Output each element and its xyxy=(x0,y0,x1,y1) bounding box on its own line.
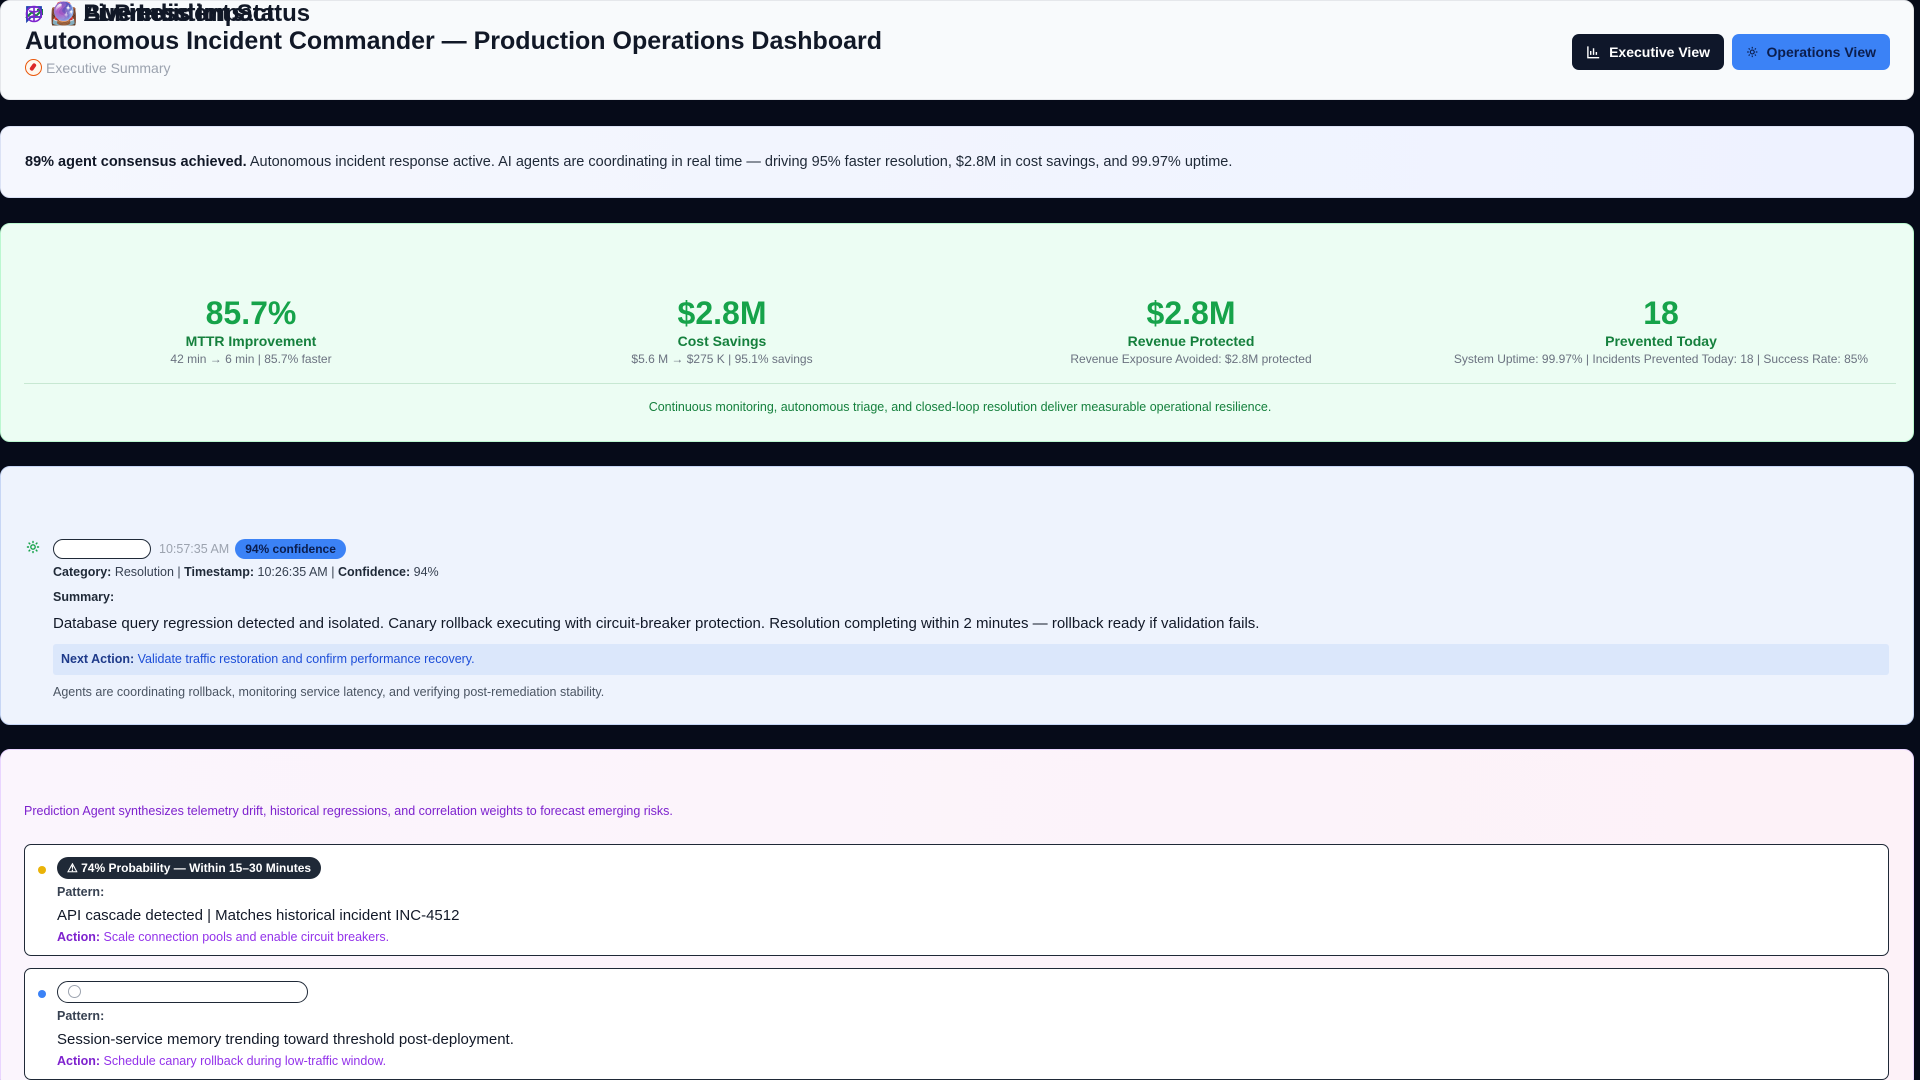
incident-time: 10:57:35 AM xyxy=(159,542,230,556)
executive-view-button[interactable]: Executive View xyxy=(1572,34,1724,70)
kpi-value: 85.7% xyxy=(205,295,297,331)
banner-message: 89% agent consensus achieved. Autonomous… xyxy=(25,154,1232,170)
clock-icon xyxy=(68,985,81,998)
gear-icon xyxy=(1747,46,1758,58)
action-text: Scale connection pools and enable circui… xyxy=(103,930,390,944)
confidence-value: 94% xyxy=(413,565,439,579)
timestamp-value: 10:26:35 AM xyxy=(257,565,328,579)
kpi-value: $2.8M xyxy=(1146,295,1236,331)
kpi-cost-savings: $2.8M Cost Savings $5.6 M → $275 K | 95.… xyxy=(502,295,942,366)
pattern-action: Action: Scale connection pools and enabl… xyxy=(57,930,389,944)
incident-status-row: 10:57:35 AM 94% confidence xyxy=(53,539,346,559)
ai-predictions-title: AI Predictions xyxy=(83,0,245,27)
kpi-prevented-today: 18 Prevented Today System Uptime: 99.97%… xyxy=(1441,295,1881,366)
category-value: Resolution xyxy=(114,565,174,579)
prediction-card[interactable]: Pattern: Session-service memory trending… xyxy=(24,968,1889,1080)
pattern-action: Action: Schedule canary rollback during … xyxy=(57,1054,386,1068)
timestamp-label: Timestamp: xyxy=(184,565,255,579)
incident-meta: Category: Resolution | Timestamp: 10:26:… xyxy=(53,565,439,579)
action-label: Action: xyxy=(57,930,101,944)
kpi-detail: Revenue Exposure Avoided: $2.8M protecte… xyxy=(1070,352,1312,366)
kpi-value: 18 xyxy=(1643,295,1679,331)
kpi-label: Revenue Protected xyxy=(1127,333,1255,349)
banner-bold: 89% agent consensus achieved. xyxy=(25,154,247,170)
kpi-label: MTTR Improvement xyxy=(185,333,317,349)
crystal-ball-icon: 🔮 xyxy=(50,1,78,26)
ai-predictions-heading: 🔮 AI Predictions xyxy=(24,0,245,28)
kpi-label: Prevented Today xyxy=(1605,333,1717,349)
next-action-label: Next Action: xyxy=(61,652,135,666)
next-action-text: Validate traffic restoration and confirm… xyxy=(137,652,475,666)
pattern-label: Pattern: xyxy=(57,885,105,899)
probability-badge: ⚠ 74% Probability — Within 15–30 Minutes xyxy=(57,857,322,879)
impact-divider xyxy=(24,383,1896,384)
brain-icon xyxy=(25,5,43,23)
impact-footer: Continuous monitoring, autonomous triage… xyxy=(648,400,1272,414)
kpi-mttr: 85.7% MTTR Improvement 42 min → 6 min | … xyxy=(31,295,471,366)
bar-chart-icon xyxy=(1587,46,1600,59)
pattern-text: API cascade detected | Matches historica… xyxy=(57,907,460,924)
confidence-badge: 94% confidence xyxy=(235,539,346,559)
action-label: Action: xyxy=(57,1054,101,1068)
subtitle-label: Executive Summary xyxy=(46,59,171,76)
executive-view-label: Executive View xyxy=(1609,44,1710,60)
banner-body: Autonomous incident response active. AI … xyxy=(246,154,1233,170)
agents-status-text: Agents are coordinating rollback, monito… xyxy=(53,685,605,699)
prediction-card[interactable]: ⚠ 74% Probability — Within 15–30 Minutes… xyxy=(24,844,1889,956)
probability-badge xyxy=(57,981,308,1003)
summary-label: Summary: xyxy=(53,590,115,604)
severity-dot xyxy=(38,866,46,874)
category-label: Category: xyxy=(53,565,112,579)
page-title: Autonomous Incident Commander — Producti… xyxy=(25,27,882,55)
pattern-text: Session-service memory trending toward t… xyxy=(57,1031,514,1048)
agent-gear-icon xyxy=(26,540,40,554)
confidence-label: Confidence: xyxy=(337,565,411,579)
compass-icon xyxy=(25,59,42,76)
severity-dot xyxy=(38,990,46,998)
consensus-banner: 89% agent consensus achieved. Autonomous… xyxy=(0,126,1914,198)
kpi-label: Cost Savings xyxy=(677,333,767,349)
kpi-detail: System Uptime: 99.97% | Incidents Preven… xyxy=(1453,352,1869,366)
next-action-box: Next Action: Validate traffic restoratio… xyxy=(53,644,1889,675)
operations-view-button[interactable]: Operations View xyxy=(1732,34,1890,70)
pattern-label: Pattern: xyxy=(57,1009,105,1023)
kpi-revenue-protected: $2.8M Revenue Protected Revenue Exposure… xyxy=(971,295,1411,366)
kpi-detail: 42 min → 6 min | 85.7% faster xyxy=(170,352,332,366)
action-text: Schedule canary rollback during low-traf… xyxy=(103,1054,387,1068)
page-subtitle: Executive Summary xyxy=(25,59,170,76)
kpi-detail: $5.6 M → $275 K | 95.1% savings xyxy=(631,352,813,366)
operations-view-label: Operations View xyxy=(1766,44,1876,60)
kpi-value: $2.8M xyxy=(677,295,767,331)
incident-agent-pill xyxy=(53,539,151,559)
incident-summary: Database query regression detected and i… xyxy=(53,615,1260,632)
predictions-description: Prediction Agent synthesizes telemetry d… xyxy=(24,804,673,818)
